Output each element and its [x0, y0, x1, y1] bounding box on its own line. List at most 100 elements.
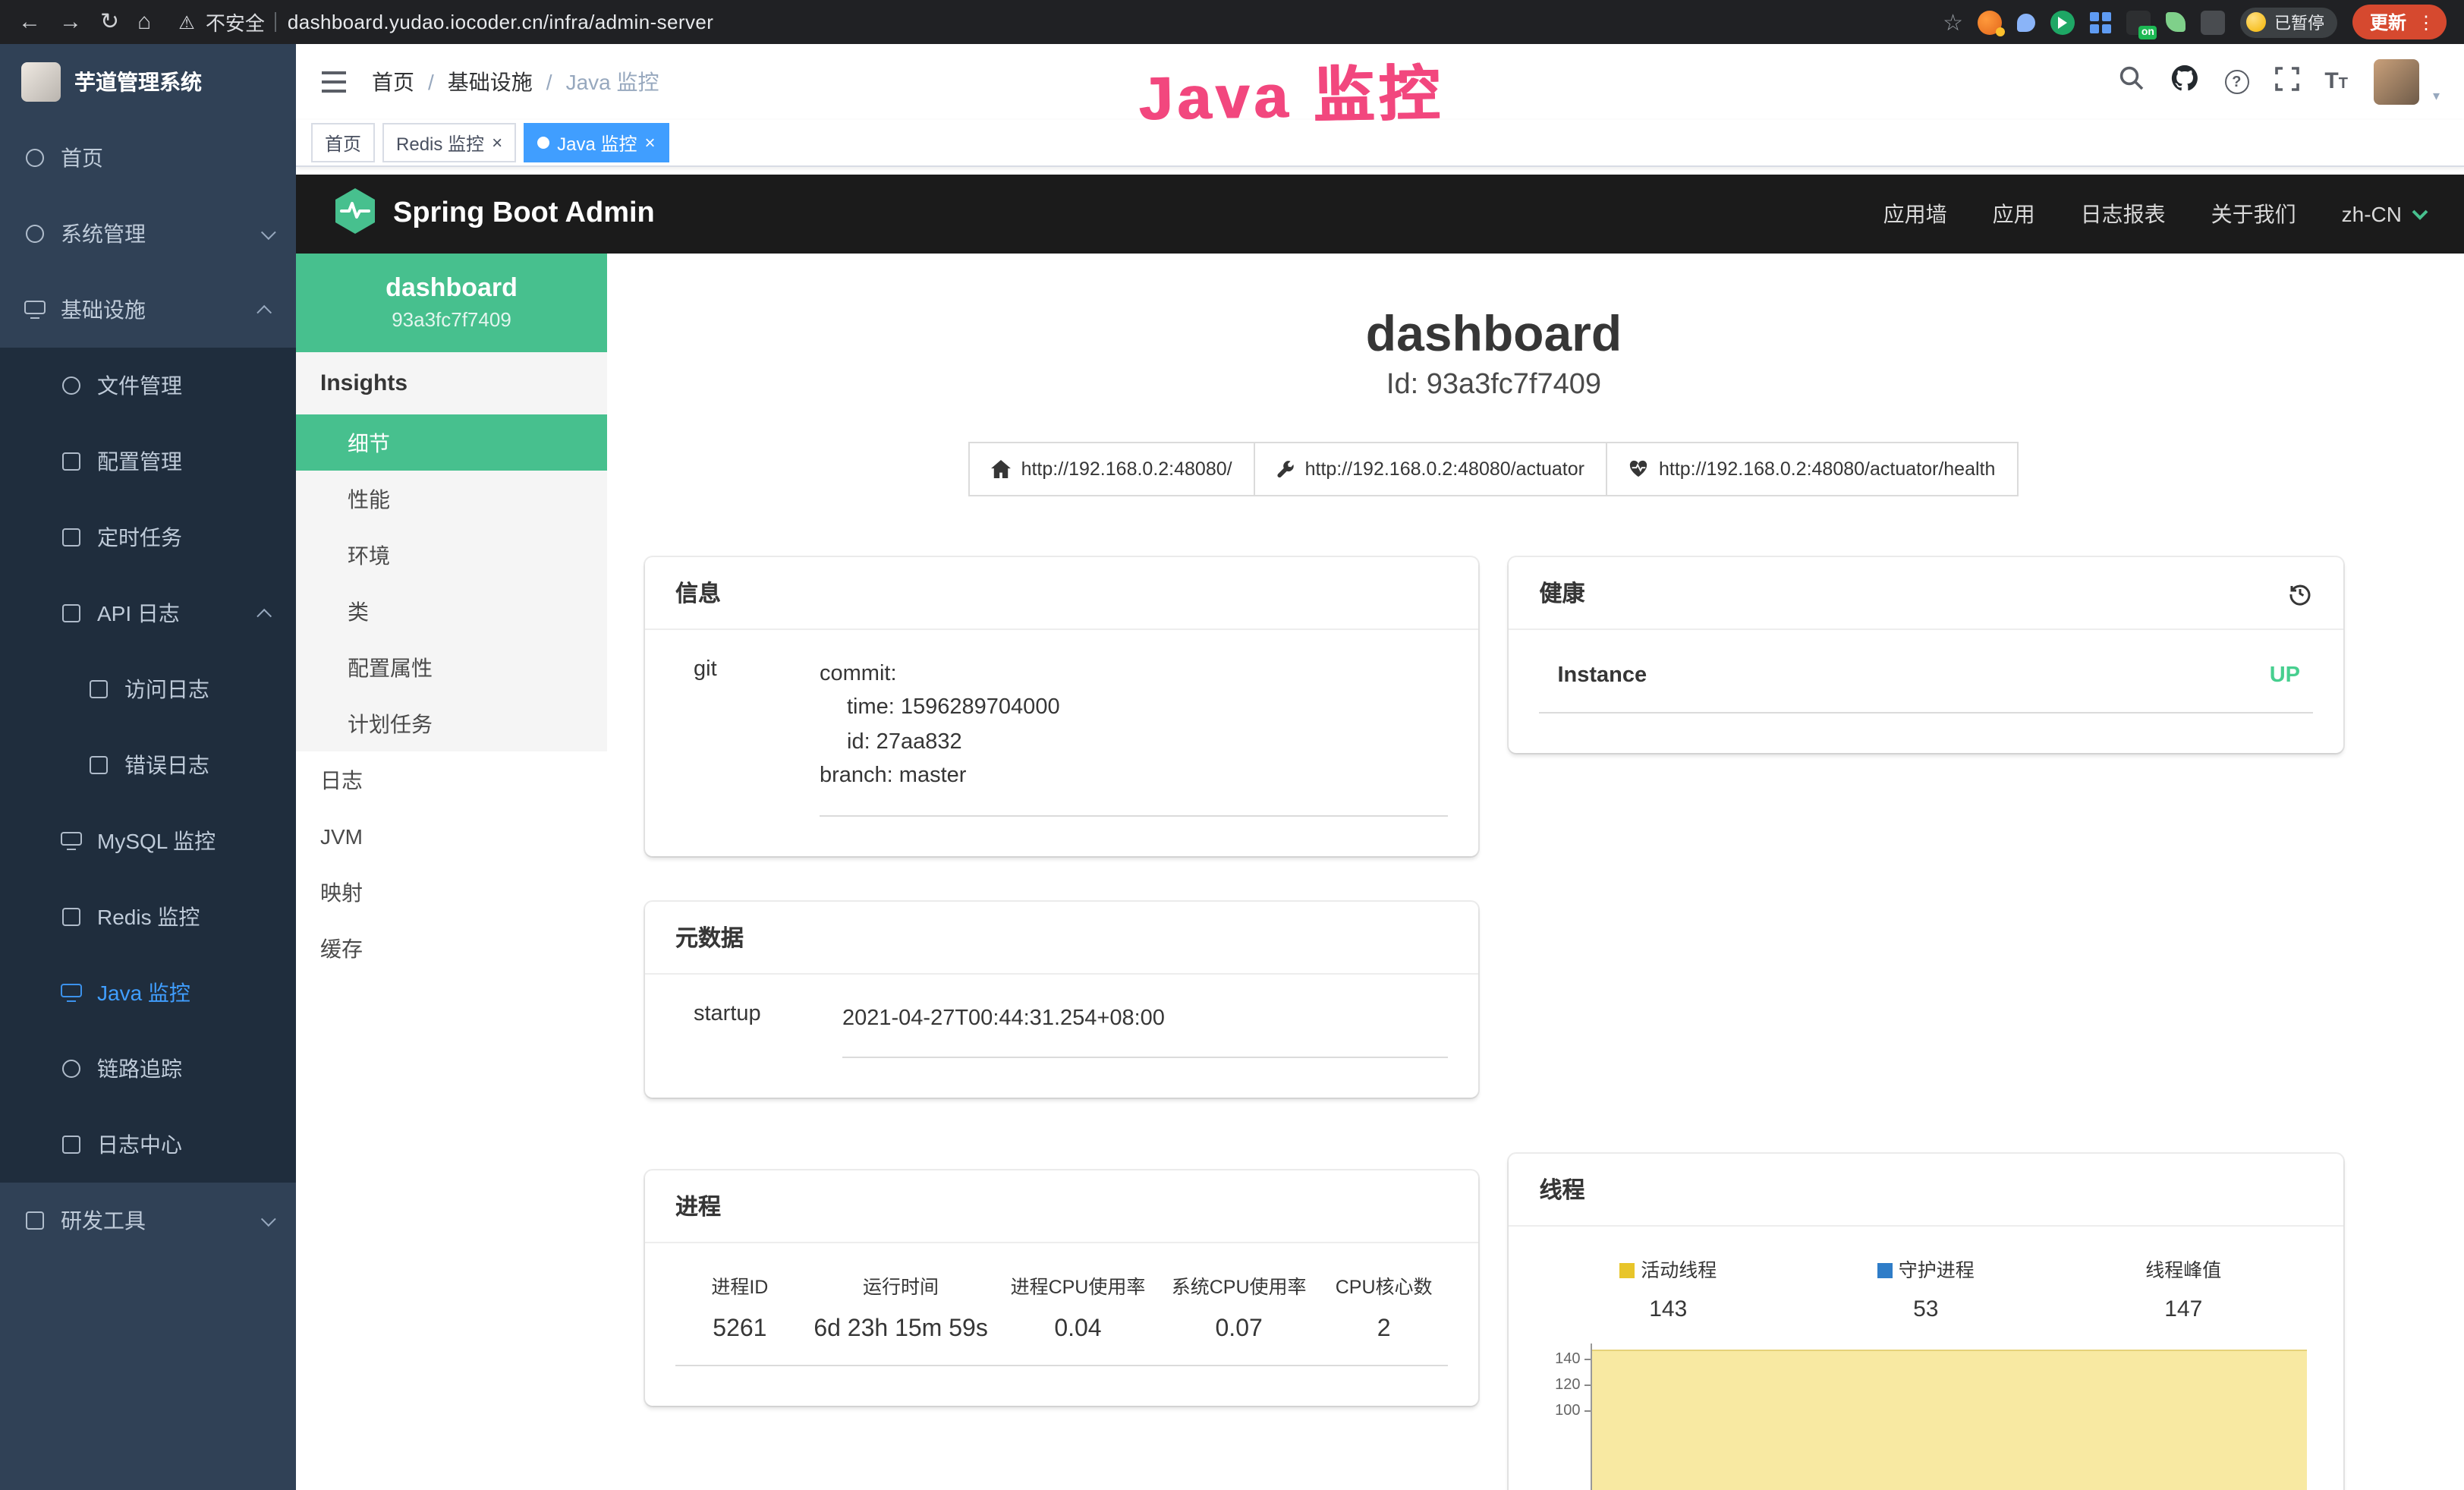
breadcrumb-home[interactable]: 首页 [372, 67, 414, 97]
instance-header[interactable]: dashboard 93a3fc7f7409 [296, 254, 607, 352]
kebab-menu-icon[interactable]: ⋮ [2417, 11, 2435, 33]
trace-icon [61, 1058, 82, 1079]
menu-item-scheduled-tasks[interactable]: 计划任务 [296, 695, 607, 751]
avatar-caret-icon: ▾ [2433, 88, 2440, 105]
tab-label: 首页 [325, 130, 361, 156]
sidebar-item-file-mgmt[interactable]: 文件管理 [0, 348, 296, 424]
sidebar-item-label: 系统管理 [61, 219, 146, 249]
tab-home[interactable]: 首页 [311, 123, 375, 162]
sidebar-item-error-logs[interactable]: 错误日志 [0, 727, 296, 803]
sidebar-toggle-button[interactable] [320, 70, 348, 94]
log-center-icon [61, 1134, 82, 1155]
github-icon[interactable] [2170, 64, 2198, 100]
extension-icon-5[interactable]: on [2127, 10, 2151, 34]
tab-redis-monitor[interactable]: Redis 监控 × [382, 123, 516, 162]
close-icon[interactable]: × [644, 134, 655, 152]
tab-java-monitor[interactable]: Java 监控 × [524, 123, 669, 162]
search-icon[interactable] [2118, 65, 2144, 99]
health-row: Instance UP [1540, 657, 2313, 713]
sidebar-item-home[interactable]: 首页 [0, 120, 296, 196]
extension-icon-2[interactable] [2018, 13, 2036, 31]
metadata-card: 元数据 startup 2021-04-27T00:44:31.254+08:0… [645, 902, 1479, 1098]
card-title: 线程 [1540, 1173, 1585, 1205]
forward-button[interactable]: → [59, 11, 82, 33]
fullscreen-icon[interactable] [2274, 66, 2299, 98]
chart-plot-area [1591, 1344, 2313, 1490]
link-label: http://192.168.0.2:48080/actuator/health [1659, 458, 1995, 480]
service-url-link[interactable]: http://192.168.0.2:48080/ [968, 442, 1255, 496]
sba-nav-about[interactable]: 关于我们 [2211, 199, 2296, 229]
close-icon[interactable]: × [492, 134, 502, 152]
home-icon [991, 460, 1011, 478]
sidebar-item-system[interactable]: 系统管理 [0, 196, 296, 272]
menu-item-metrics[interactable]: 性能 [296, 471, 607, 527]
logo-avatar [21, 62, 61, 102]
user-avatar[interactable] [2374, 59, 2419, 105]
bookmark-star-icon[interactable]: ☆ [1943, 8, 1963, 36]
sidebar-item-api-logs[interactable]: API 日志 [0, 575, 296, 651]
app-logo[interactable]: 芋道管理系统 [0, 44, 296, 120]
security-label[interactable]: 不安全 [206, 8, 265, 36]
sba-nav-journal[interactable]: 日志报表 [2081, 199, 2166, 229]
menu-item-caches[interactable]: 缓存 [296, 920, 607, 976]
browser-home-button[interactable]: ⌂ [137, 11, 151, 33]
sba-brand-title: Spring Boot Admin [393, 197, 655, 231]
menu-item-jvm[interactable]: JVM [296, 808, 607, 864]
sba-nav-wallboard[interactable]: 应用墙 [1883, 199, 1947, 229]
sidebar-item-config-mgmt[interactable]: 配置管理 [0, 424, 296, 499]
reload-button[interactable]: ↻ [100, 11, 119, 33]
process-card: 进程 进程ID 运行时间 进程CPU使用率 系统CPU使用率 CPU核心数 [645, 1171, 1479, 1407]
sidebar-item-java-monitor[interactable]: Java 监控 [0, 955, 296, 1031]
font-size-icon[interactable]: TT [2324, 68, 2348, 96]
menu-item-logs[interactable]: 日志 [296, 751, 607, 808]
sidebar-item-scheduled-jobs[interactable]: 定时任务 [0, 499, 296, 575]
breadcrumb-section[interactable]: 基础设施 [448, 67, 533, 97]
menu-item-classes[interactable]: 类 [296, 583, 607, 639]
sidebar-item-mysql-monitor[interactable]: MySQL 监控 [0, 803, 296, 879]
sidebar-item-label: API 日志 [97, 598, 180, 628]
stage: ← → ↻ ⌂ ⚠ 不安全 dashboard.yudao.iocoder.cn… [0, 0, 2464, 1490]
update-button[interactable]: 更新 ⋮ [2353, 5, 2446, 39]
history-icon[interactable] [2286, 581, 2312, 605]
tab-label: Java 监控 [557, 130, 637, 156]
sidebar-item-access-logs[interactable]: 访问日志 [0, 651, 296, 727]
address-bar[interactable]: ⚠ 不安全 dashboard.yudao.iocoder.cn/infra/a… [178, 8, 1943, 36]
sidebar-item-dev-tools[interactable]: 研发工具 [0, 1183, 296, 1258]
back-button[interactable]: ← [18, 11, 41, 33]
actuator-url-link[interactable]: http://192.168.0.2:48080/actuator [1254, 442, 1607, 496]
status-badge: UP [2270, 663, 2300, 688]
instance-title: dashboard [645, 305, 2343, 363]
sidebar-item-redis-monitor[interactable]: Redis 监控 [0, 879, 296, 955]
sba-nav-applications[interactable]: 应用 [1993, 199, 2035, 229]
redis-icon [61, 906, 82, 928]
breadcrumb-separator: / [546, 70, 552, 94]
menu-item-details[interactable]: 细节 [296, 414, 607, 471]
menu-item-mappings[interactable]: 映射 [296, 864, 607, 920]
extensions-puzzle-icon[interactable] [2201, 10, 2226, 34]
extension-icon-4[interactable] [2091, 11, 2112, 33]
update-label: 更新 [2370, 9, 2406, 35]
address-divider [275, 12, 277, 32]
sidebar-item-label: MySQL 监控 [97, 826, 216, 856]
api-log-icon [61, 603, 82, 624]
sidebar-item-infra[interactable]: 基础设施 [0, 272, 296, 348]
extension-icon-3[interactable] [2051, 10, 2075, 34]
app-sidebar: 芋道管理系统 首页 系统管理 基础设施 文件管理 配置 [0, 44, 296, 1490]
extension-icon-6[interactable] [2167, 12, 2186, 32]
locale-select[interactable]: zh-CN [2342, 202, 2428, 226]
home-icon [24, 147, 46, 169]
sidebar-item-log-center[interactable]: 日志中心 [0, 1107, 296, 1183]
url-text[interactable]: dashboard.yudao.iocoder.cn/infra/admin-s… [288, 11, 713, 33]
sidebar-item-label: 访问日志 [124, 674, 209, 704]
sidebar-item-tracing[interactable]: 链路追踪 [0, 1031, 296, 1107]
extension-icon-1[interactable] [1978, 10, 2003, 34]
help-icon[interactable]: ? [2224, 70, 2248, 94]
menu-item-environment[interactable]: 环境 [296, 527, 607, 583]
paused-badge[interactable]: 已暂停 [2241, 7, 2338, 37]
insights-group-label: Insights [296, 352, 607, 414]
menu-item-config-props[interactable]: 配置属性 [296, 639, 607, 695]
info-value: commit: time: 1596289704000 id: 27aa832 … [820, 657, 1449, 817]
health-url-link[interactable]: http://192.168.0.2:48080/actuator/health [1606, 442, 2018, 496]
active-threads-swatch [1619, 1263, 1635, 1278]
sba-header: Spring Boot Admin 应用墙 应用 日志报表 关于我们 zh-CN [296, 175, 2464, 254]
